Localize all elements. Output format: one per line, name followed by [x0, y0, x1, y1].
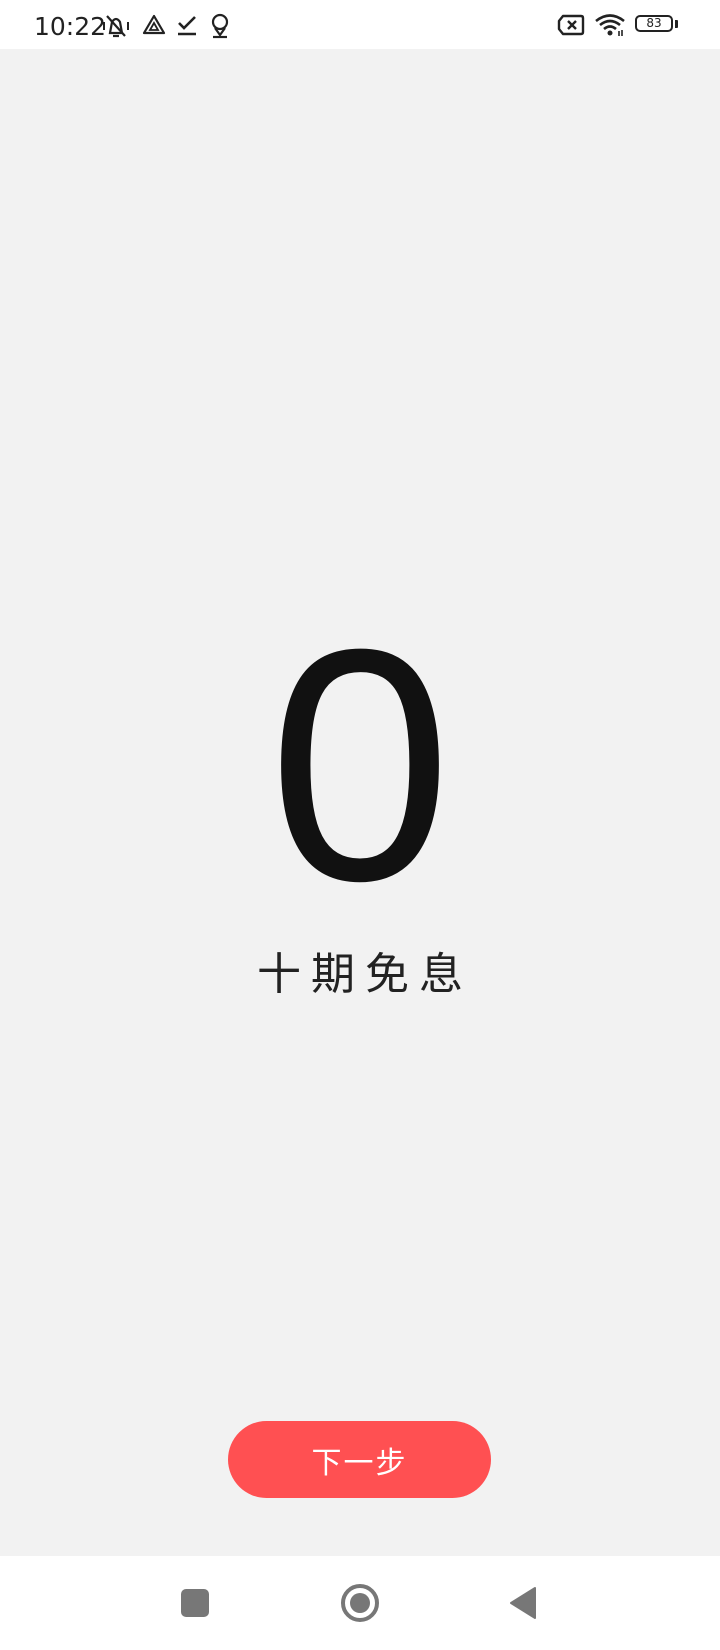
big-number: 0	[268, 580, 452, 949]
battery-icon: 83	[635, 15, 678, 35]
status-time: 10:22	[34, 12, 107, 41]
next-button[interactable]: 下一步	[228, 1421, 491, 1498]
navigation-bar	[0, 1556, 720, 1650]
home-button[interactable]	[320, 1556, 400, 1650]
back-button[interactable]	[483, 1556, 563, 1650]
battery-level: 83	[646, 16, 662, 30]
triangle-back-icon	[510, 1587, 536, 1619]
mute-vibrate-icon	[102, 13, 130, 39]
circle-icon	[341, 1584, 379, 1622]
subtitle: 十期免息	[257, 949, 473, 1000]
wifi-icon	[594, 13, 626, 37]
drive-icon	[142, 13, 166, 37]
recents-button[interactable]	[155, 1556, 235, 1650]
checkmark-icon	[176, 13, 198, 37]
square-icon	[181, 1589, 209, 1617]
sim-blocked-icon	[557, 13, 585, 37]
location-pin-icon	[210, 13, 230, 39]
status-bar: 10:22 83	[0, 0, 720, 49]
